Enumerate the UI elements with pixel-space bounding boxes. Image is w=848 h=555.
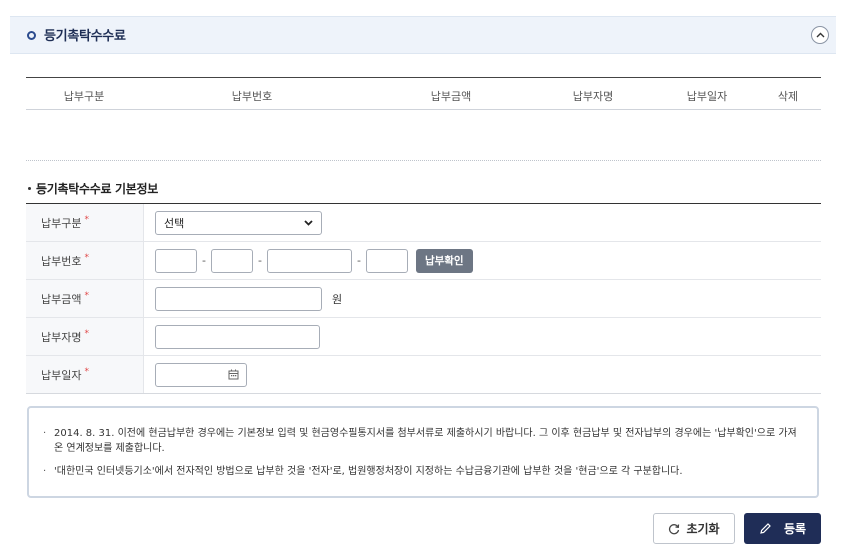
reset-button[interactable]: 초기화 [653,513,735,544]
payment-amount-input[interactable] [155,286,322,311]
submit-label: 등록 [783,522,807,536]
payment-number-part1-input[interactable] [155,248,197,273]
basic-info-form: 납부구분 * 선택 납부번호 * - - - 납부확인 납부금액 * 원 납부자… [26,203,821,394]
section-header: 등기촉탁수수료 [10,16,836,54]
number-label: 납부번호 [41,254,82,268]
pencil-icon [760,523,771,534]
payment-number-part2-input[interactable] [210,248,253,273]
amount-label: 납부금액 [41,292,82,306]
payer-label: 납부자명 [41,330,82,344]
submit-button[interactable]: 등록 [744,513,821,544]
amount-unit: 원 [332,292,343,306]
circle-bullet-icon [27,31,36,40]
payment-number-part4-input[interactable] [365,248,408,273]
col-date: 납부일자 [686,90,728,103]
bullet-icon [28,187,31,190]
date-label: 납부일자 [41,368,82,382]
col-amount: 납부금액 [430,90,472,103]
notice-box: 2014. 8. 31. 이전에 현금납부한 경우에는 기본정보 입력 및 현금… [27,406,819,498]
payment-type-select[interactable]: 선택 [155,210,322,235]
chevron-up-icon [816,32,824,38]
form-row-number: 납부번호 * - - - 납부확인 [26,242,821,280]
refresh-icon [669,523,680,534]
form-row-date: 납부일자 * [26,356,821,393]
collapse-button[interactable] [811,26,829,44]
col-number: 납부번호 [231,90,273,103]
col-delete: 삭제 [777,90,799,103]
col-payer: 납부자명 [572,90,614,103]
payment-number-part3-input[interactable] [266,248,352,273]
notice-item: '대한민국 인터넷등기소'에서 전자적인 방법으로 납부한 것을 '전자'로, … [43,464,804,479]
payment-type-value: 선택 [164,216,185,230]
payment-check-button[interactable]: 납부확인 [415,248,473,273]
page-title: 등기촉탁수수료 [44,29,126,44]
calendar-icon[interactable] [228,369,239,380]
type-label: 납부구분 [41,216,82,230]
divider [26,160,821,161]
form-row-type: 납부구분 * 선택 [26,204,821,242]
payer-name-input[interactable] [155,324,320,349]
required-mark: * [84,290,89,301]
payment-date-input[interactable] [155,362,247,387]
notice-item: 2014. 8. 31. 이전에 현금납부한 경우에는 기본정보 입력 및 현금… [43,426,804,456]
payment-list-header: 납부구분 납부번호 납부금액 납부자명 납부일자 삭제 [26,77,821,110]
required-mark: * [84,328,89,339]
required-mark: * [84,366,89,377]
required-mark: * [84,214,89,225]
section-title: 등기촉탁수수료 기본정보 [36,182,159,196]
col-type: 납부구분 [63,90,105,103]
chevron-down-icon [304,219,313,226]
form-row-payer: 납부자명 * [26,318,821,356]
required-mark: * [84,252,89,263]
form-row-amount: 납부금액 * 원 [26,280,821,318]
reset-label: 초기화 [686,522,720,536]
